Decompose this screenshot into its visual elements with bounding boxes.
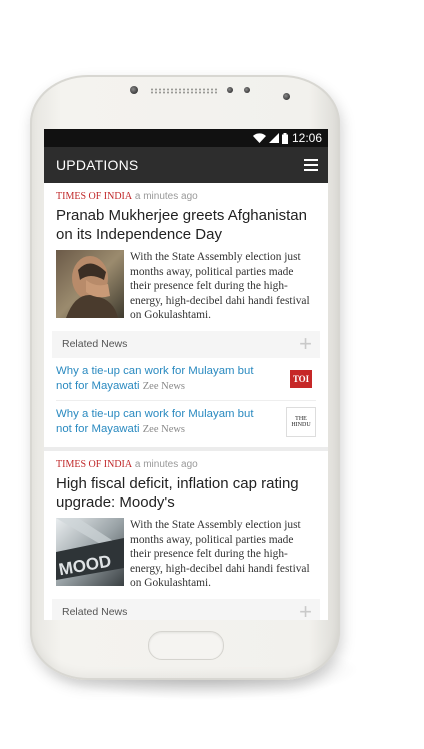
home-button[interactable] xyxy=(148,631,224,660)
related-link[interactable]: Why a tie-up can work for Mulayam but no… xyxy=(56,407,271,437)
article-snippet: With the State Assembly election just mo… xyxy=(130,518,310,590)
hamburger-menu-icon[interactable] xyxy=(304,159,318,171)
wifi-icon xyxy=(252,133,266,143)
article-card[interactable]: TIMES OF INDIA a minutes ago High fiscal… xyxy=(44,450,328,620)
sensor-dot xyxy=(130,86,138,94)
article-source: TIMES OF INDIA xyxy=(56,458,133,470)
earpiece-grille xyxy=(150,88,218,94)
app-title: UPDATIONS xyxy=(56,157,139,173)
article-headline[interactable]: High fiscal deficit, inflation cap ratin… xyxy=(56,474,316,512)
status-bar: 12:06 xyxy=(44,129,328,147)
signal-icon xyxy=(268,133,279,143)
related-news-header: Related News + xyxy=(52,330,320,358)
expand-plus-icon[interactable]: + xyxy=(299,333,312,355)
article-snippet: With the State Assembly election just mo… xyxy=(130,251,310,322)
related-news-label: Related News xyxy=(62,338,128,351)
sensor-dot xyxy=(227,87,233,93)
related-link[interactable]: Why a tie-up can work for Mulayam but no… xyxy=(56,364,271,394)
hindu-logo-text-2: HINDU xyxy=(291,421,311,428)
expand-plus-icon[interactable]: + xyxy=(299,601,312,620)
article-time: a minutes ago xyxy=(134,191,198,202)
article-card[interactable]: TIMES OF INDIA a minutes ago Pranab Mukh… xyxy=(44,183,328,447)
front-camera xyxy=(283,93,290,100)
related-news-header: Related News + xyxy=(52,598,320,620)
related-source: Zee News xyxy=(142,380,186,392)
screen: 12:06 UPDATIONS TIMES OF INDIA a minutes… xyxy=(44,129,328,620)
related-news-label: Related News xyxy=(62,606,128,619)
article-thumbnail[interactable]: MOOD xyxy=(56,517,124,586)
related-item[interactable]: Why a tie-up can work for Mulayam but no… xyxy=(56,401,316,443)
article-meta: TIMES OF INDIA a minutes ago xyxy=(56,459,316,470)
article-time: a minutes ago xyxy=(134,458,198,470)
article-headline[interactable]: Pranab Mukherjee greets Afghanistan on i… xyxy=(56,206,316,244)
article-thumbnail[interactable] xyxy=(56,250,124,318)
hindu-logo-icon: THE HINDU xyxy=(286,406,316,437)
app-bar: UPDATIONS xyxy=(44,147,328,183)
sensor-dot xyxy=(244,87,250,93)
article-meta: TIMES OF INDIA a minutes ago xyxy=(56,191,316,202)
toi-logo-icon: TOI xyxy=(290,369,312,388)
related-item[interactable]: Why a tie-up can work for Mulayam but no… xyxy=(56,358,316,401)
toi-logo-text: TOI xyxy=(292,373,310,384)
clock: 12:06 xyxy=(291,131,322,145)
battery-icon xyxy=(281,132,288,144)
article-source: TIMES OF INDIA xyxy=(56,191,133,202)
related-source: Zee News xyxy=(142,423,186,435)
